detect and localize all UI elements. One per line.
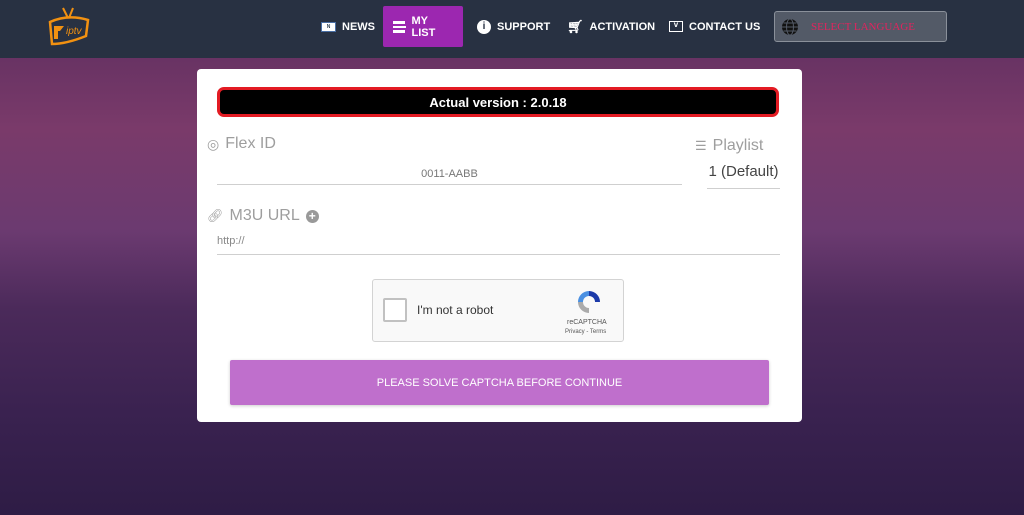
nav-label: CONTACT US [689,20,761,33]
nav-support[interactable]: i SUPPORT [467,6,560,47]
flex-id-label: ◎ Flex ID [207,135,276,152]
mail-icon: v [669,21,683,32]
privacy-terms-links[interactable]: Privacy - Terms [565,329,606,335]
list-icon: ☰ [695,138,707,153]
nav-label: ACTIVATION [589,20,656,33]
nav-my-list[interactable]: MY LIST [383,6,463,47]
nav-label: MY LIST [411,14,436,39]
version-banner: Actual version : 2.0.18 [217,87,779,117]
add-icon[interactable]: + [305,209,319,223]
language-label: SELECT LANGUAGE [811,20,915,33]
captcha-checkbox[interactable] [383,298,407,322]
link-icon: 🔗︎ [207,208,224,223]
nav-label: SUPPORT [497,20,551,33]
playlist-select[interactable]: 1 (Default) [707,161,780,189]
fingerprint-icon: ◎ [207,135,220,152]
iptv-logo[interactable]: iptv [46,6,92,48]
playlist-label: ☰ Playlist [695,137,764,154]
m3u-url-input[interactable]: http:// [217,231,780,255]
nav-label: NEWS [342,20,375,33]
language-select[interactable]: SELECT LANGUAGE [774,11,947,42]
top-nav: iptv N NEWS MY LIST i SUPPORT 🛒︎ ACTIVAT… [0,0,1024,58]
recaptcha-brand: reCAPTCHA [567,319,607,326]
nav-contact[interactable]: v CONTACT US [659,6,770,47]
recaptcha-icon [578,291,600,313]
playlist-form-card: Actual version : 2.0.18 ◎ Flex ID 0011-AA… [197,69,802,422]
m3u-url-label: 🔗︎ M3U URL + [207,207,319,225]
submit-button[interactable]: PLEASE SOLVE CAPTCHA BEFORE CONTINUE [230,360,769,405]
nav-news[interactable]: N NEWS [311,6,385,47]
globe-icon [782,18,798,35]
recaptcha-widget: I'm not a robot reCAPTCHA Privacy - Term… [372,279,624,342]
svg-text:iptv: iptv [66,26,83,37]
cart-icon: 🛒︎ [567,18,584,34]
list-icon [393,20,406,33]
news-icon: N [321,21,336,32]
nav-activation[interactable]: 🛒︎ ACTIVATION [557,6,665,47]
info-icon: i [477,19,491,34]
flex-id-field[interactable]: 0011-AABB [217,165,682,185]
captcha-label: I'm not a robot [417,303,494,317]
